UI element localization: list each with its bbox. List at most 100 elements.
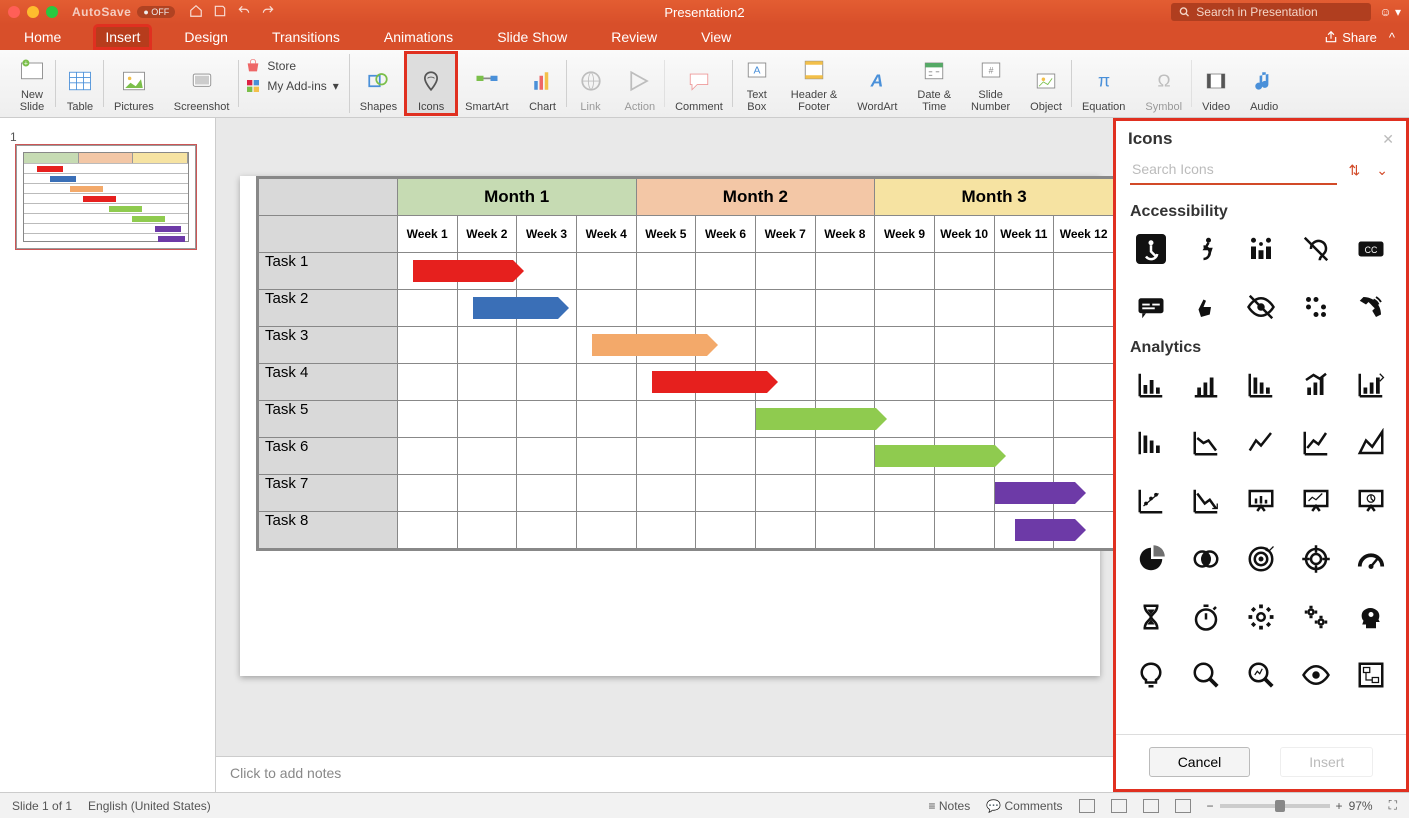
magnifier-chart-icon[interactable] [1240,655,1281,695]
wordart-button[interactable]: A WordArt [847,54,907,113]
normal-view-icon[interactable] [1079,799,1095,813]
pie-chart-icon[interactable] [1130,539,1171,579]
smartart-button[interactable]: SmartArt [455,54,518,113]
shapes-button[interactable]: Shapes [350,54,407,113]
object-button[interactable]: Object [1020,54,1072,113]
slideshow-view-icon[interactable] [1175,799,1191,813]
tty-icon[interactable] [1351,287,1392,327]
zoom-slider[interactable] [1220,804,1330,808]
save-icon[interactable] [213,4,227,21]
presentation-pie-icon[interactable] [1351,481,1392,521]
stopwatch-icon[interactable] [1185,597,1226,637]
bar-chart-desc-icon[interactable] [1240,365,1281,405]
screenshot-button[interactable]: Screenshot [164,54,240,113]
autosave-toggle[interactable]: ● OFF [137,6,175,18]
wheelchair-icon[interactable] [1130,229,1171,269]
sorter-view-icon[interactable] [1111,799,1127,813]
notes-toggle[interactable]: ≡ Notes [929,799,971,813]
line-up-icon[interactable] [1296,423,1337,463]
insert-button[interactable]: Insert [1280,747,1373,777]
presentation-bar-icon[interactable] [1240,481,1281,521]
link-button[interactable]: Link [567,54,615,113]
slide-thumbnail-1[interactable] [16,145,196,249]
family-accessible-icon[interactable] [1240,229,1281,269]
my-addins-button[interactable]: My Add-ins ▾ [245,78,338,94]
eye-icon[interactable] [1296,655,1337,695]
redo-icon[interactable] [261,4,275,21]
flowchart-icon[interactable] [1351,655,1392,695]
tab-animations[interactable]: Animations [374,26,463,48]
closed-caption-icon[interactable]: CC [1351,229,1392,269]
lightbulb-icon[interactable] [1130,655,1171,695]
video-button[interactable]: Video [1192,54,1240,113]
equation-button[interactable]: π Equation [1072,54,1135,113]
header-footer-button[interactable]: Header & Footer [781,54,847,113]
braille-icon[interactable] [1296,287,1337,327]
date-time-button[interactable]: Date & Time [907,54,961,113]
store-button[interactable]: Store [245,58,296,74]
undo-icon[interactable] [237,4,251,21]
accessible-forward-icon[interactable] [1185,229,1226,269]
cancel-button[interactable]: Cancel [1149,747,1251,777]
zoom-control[interactable]: − + 97% [1207,799,1373,813]
sort-icon[interactable]: ⇅ [1345,158,1365,183]
tab-transitions[interactable]: Transitions [262,26,350,48]
search-input[interactable] [1196,5,1363,19]
hourglass-icon[interactable] [1130,597,1171,637]
zoom-in-icon[interactable]: + [1336,799,1343,813]
bar-chart-trend-icon[interactable] [1296,365,1337,405]
tab-home[interactable]: Home [14,26,71,48]
close-window[interactable] [8,6,20,18]
chart-button[interactable]: Chart [519,54,567,113]
expand-icon[interactable]: ⌄ [1372,158,1392,183]
deaf-icon[interactable] [1296,229,1337,269]
bar-chart-asc-icon[interactable] [1185,365,1226,405]
table-button[interactable]: Table [56,54,104,113]
audio-button[interactable]: Audio [1240,54,1288,113]
action-button[interactable]: Action [615,54,666,113]
target-icon[interactable] [1240,539,1281,579]
tab-view[interactable]: View [691,26,741,48]
sign-language-icon[interactable] [1185,287,1226,327]
symbol-button[interactable]: Ω Symbol [1135,54,1192,113]
minimize-window[interactable] [27,6,39,18]
text-box-button[interactable]: A Text Box [733,54,781,113]
venn-icon[interactable] [1185,539,1226,579]
low-vision-icon[interactable] [1240,287,1281,327]
trend-down-icon[interactable] [1185,481,1226,521]
presentation-line-icon[interactable] [1296,481,1337,521]
icon-search-input[interactable] [1130,155,1337,185]
pictures-button[interactable]: Pictures [104,54,164,113]
gears-icon[interactable] [1296,597,1337,637]
zoom-out-icon[interactable]: − [1207,799,1214,813]
scatter-icon[interactable] [1130,481,1171,521]
line-chart-icon[interactable] [1240,423,1281,463]
collapse-ribbon-icon[interactable]: ^ [1389,30,1395,45]
comments-toggle[interactable]: 💬 Comments [986,799,1062,813]
search-in-presentation[interactable] [1171,3,1371,21]
crosshair-icon[interactable] [1296,539,1337,579]
subtitle-icon[interactable] [1130,287,1171,327]
slide-number-button[interactable]: # Slide Number [961,54,1020,113]
column-chart-icon[interactable] [1130,423,1171,463]
zoom-window[interactable] [46,6,58,18]
area-chart-icon[interactable] [1351,423,1392,463]
head-gear-icon[interactable] [1351,597,1392,637]
home-icon[interactable] [189,4,203,21]
feedback-icon[interactable]: ☺ ▾ [1379,5,1401,19]
gear-icon[interactable] [1240,597,1281,637]
tab-design[interactable]: Design [174,26,238,48]
gauge-icon[interactable] [1351,539,1392,579]
line-down-icon[interactable] [1185,423,1226,463]
new-slide-button[interactable]: + New Slide [8,54,56,113]
zoom-value[interactable]: 97% [1349,799,1373,813]
bar-chart-icon[interactable] [1130,365,1171,405]
magnifier-icon[interactable] [1185,655,1226,695]
share-button[interactable]: Share ^ [1324,30,1395,45]
fit-to-window-icon[interactable]: ⛶ [1389,798,1397,813]
reading-view-icon[interactable] [1143,799,1159,813]
comment-button[interactable]: Comment [665,54,733,113]
tab-slide-show[interactable]: Slide Show [487,26,577,48]
tab-review[interactable]: Review [601,26,667,48]
icons-button[interactable]: Icons [407,54,455,113]
